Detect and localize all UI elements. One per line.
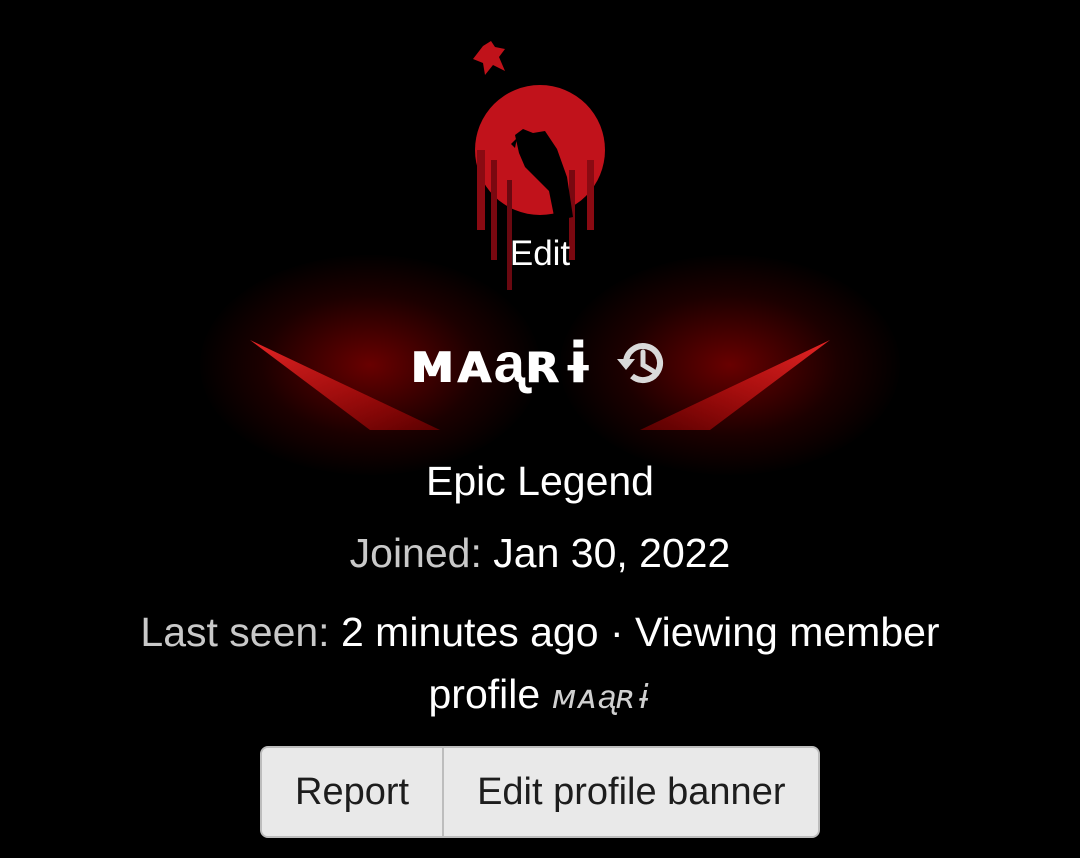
last-seen-line: Last seen: 2 minutes ago · Viewing membe… [80, 601, 1000, 728]
username-row: ᴍᴀᶏʀɨ [0, 330, 1080, 396]
user-rank: Epic Legend [426, 458, 654, 504]
joined-label: Joined: [349, 530, 482, 576]
avatar-edit-label[interactable]: Edit [0, 234, 1080, 274]
report-button[interactable]: Report [262, 748, 443, 836]
activity-target-link[interactable]: ᴍᴀᶏʀɨ [552, 677, 652, 716]
separator-dot: · [598, 609, 635, 655]
last-seen-value: 2 minutes ago [340, 609, 599, 655]
history-icon[interactable] [612, 334, 670, 392]
last-seen-label: Last seen: [140, 609, 330, 655]
joined-date: Jan 30, 2022 [493, 530, 731, 576]
joined-line: Joined: Jan 30, 2022 [0, 530, 1080, 577]
edit-profile-banner-button[interactable]: Edit profile banner [442, 748, 819, 836]
profile-action-buttons: Report Edit profile banner [260, 746, 821, 838]
username[interactable]: ᴍᴀᶏʀɨ [410, 330, 595, 396]
